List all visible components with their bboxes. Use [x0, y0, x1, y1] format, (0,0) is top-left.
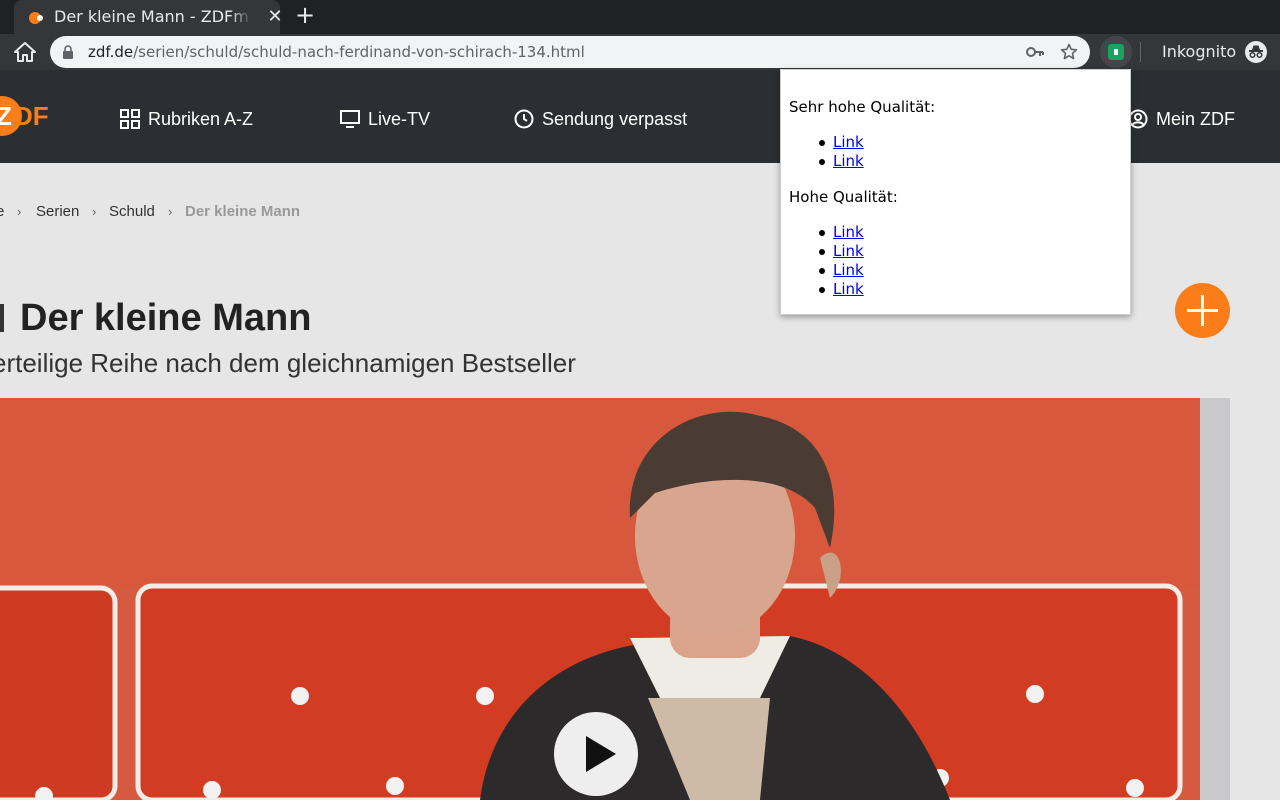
popup-link-list-very-high: Link Link	[819, 133, 864, 171]
grid-icon	[120, 109, 140, 129]
bookmark-star-icon[interactable]	[1060, 43, 1078, 61]
extension-button[interactable]	[1100, 36, 1132, 68]
zdf-logo-icon[interactable]: Z DF	[0, 92, 60, 140]
nav-sendung-verpasst[interactable]: Sendung verpasst	[514, 106, 694, 132]
zdf-favicon-icon	[29, 12, 43, 24]
lock-icon	[63, 45, 73, 59]
breadcrumb-separator-icon: ›	[92, 204, 97, 219]
popup-heading-very-high-quality: Sehr hohe Qualität:	[789, 98, 936, 116]
popup-heading-high-quality: Hohe Qualität:	[789, 188, 898, 206]
url-text[interactable]: zdf.de/serien/schuld/schuld-nach-ferdina…	[88, 43, 585, 61]
incognito-label[interactable]: Inkognito	[1162, 42, 1236, 62]
tv-icon	[340, 110, 360, 128]
svg-text:Z: Z	[0, 101, 12, 131]
svg-text:DF: DF	[14, 101, 49, 131]
download-link[interactable]: Link	[833, 133, 864, 151]
add-to-watchlist-button[interactable]	[1175, 283, 1230, 338]
toolbar-divider	[1140, 42, 1141, 62]
browser-tab-bar: Der kleine Mann - ZDFmediathek ✕ +	[0, 0, 1280, 34]
incognito-icon[interactable]	[1244, 40, 1268, 64]
breadcrumb-separator-icon: ›	[168, 204, 173, 219]
breadcrumb-item-home[interactable]: e	[0, 202, 4, 222]
list-item: Link	[819, 261, 864, 280]
download-link[interactable]: Link	[833, 242, 864, 260]
page-title: Der kleine Mann	[20, 297, 312, 339]
tab-title-fade	[230, 4, 252, 30]
list-item: Link	[819, 133, 864, 152]
extension-icon	[1108, 44, 1124, 60]
breadcrumb-item-schuld[interactable]: Schuld	[109, 202, 155, 222]
breadcrumb-item-current: Der kleine Mann	[185, 203, 301, 220]
play-button[interactable]	[554, 712, 638, 796]
nav-sendung-verpasst-label: Sendung verpasst	[542, 109, 688, 129]
list-item: Link	[819, 242, 864, 261]
browser-tab-active[interactable]: Der kleine Mann - ZDFmediathek ✕	[14, 0, 283, 34]
popup-link-list-high: Link Link Link Link	[819, 223, 864, 299]
nav-mein-zdf[interactable]: Mein ZDF	[1128, 106, 1238, 132]
url-host: zdf.de	[88, 43, 134, 61]
tab-close-icon[interactable]: ✕	[264, 6, 286, 28]
download-link[interactable]: Link	[833, 280, 864, 298]
address-bar[interactable]: zdf.de/serien/schuld/schuld-nach-ferdina…	[50, 36, 1090, 68]
nav-mein-zdf-label: Mein ZDF	[1156, 109, 1236, 129]
key-icon[interactable]	[1026, 45, 1044, 59]
breadcrumb-item-serien[interactable]: Serien	[36, 202, 79, 222]
download-link[interactable]: Link	[833, 152, 864, 170]
nav-live-tv-label: Live-TV	[368, 109, 431, 129]
tab-title: Der kleine Mann - ZDFmediathek	[54, 7, 250, 26]
title-accent-bar	[0, 304, 4, 332]
home-icon[interactable]	[12, 40, 38, 64]
list-item: Link	[819, 280, 864, 299]
new-tab-button[interactable]: +	[292, 3, 318, 29]
user-circle-icon	[1128, 109, 1148, 129]
extension-popup: Sehr hohe Qualität: Link Link Hohe Quali…	[780, 69, 1131, 315]
nav-rubriken[interactable]: Rubriken A-Z	[120, 106, 260, 132]
nav-rubriken-label: Rubriken A-Z	[148, 109, 254, 129]
hero-image[interactable]	[0, 398, 1230, 800]
download-link[interactable]: Link	[833, 261, 864, 279]
page-subtitle: erteilige Reihe nach dem gleichnamigen B…	[0, 348, 576, 378]
clock-icon	[514, 109, 534, 129]
nav-live-tv[interactable]: Live-TV	[340, 106, 440, 132]
list-item: Link	[819, 152, 864, 171]
url-path: /serien/schuld/schuld-nach-ferdinand-von…	[133, 43, 585, 61]
list-item: Link	[819, 223, 864, 242]
breadcrumb-separator-icon: ›	[17, 204, 22, 219]
download-link[interactable]: Link	[833, 223, 864, 241]
browser-toolbar: zdf.de/serien/schuld/schuld-nach-ferdina…	[0, 34, 1280, 70]
